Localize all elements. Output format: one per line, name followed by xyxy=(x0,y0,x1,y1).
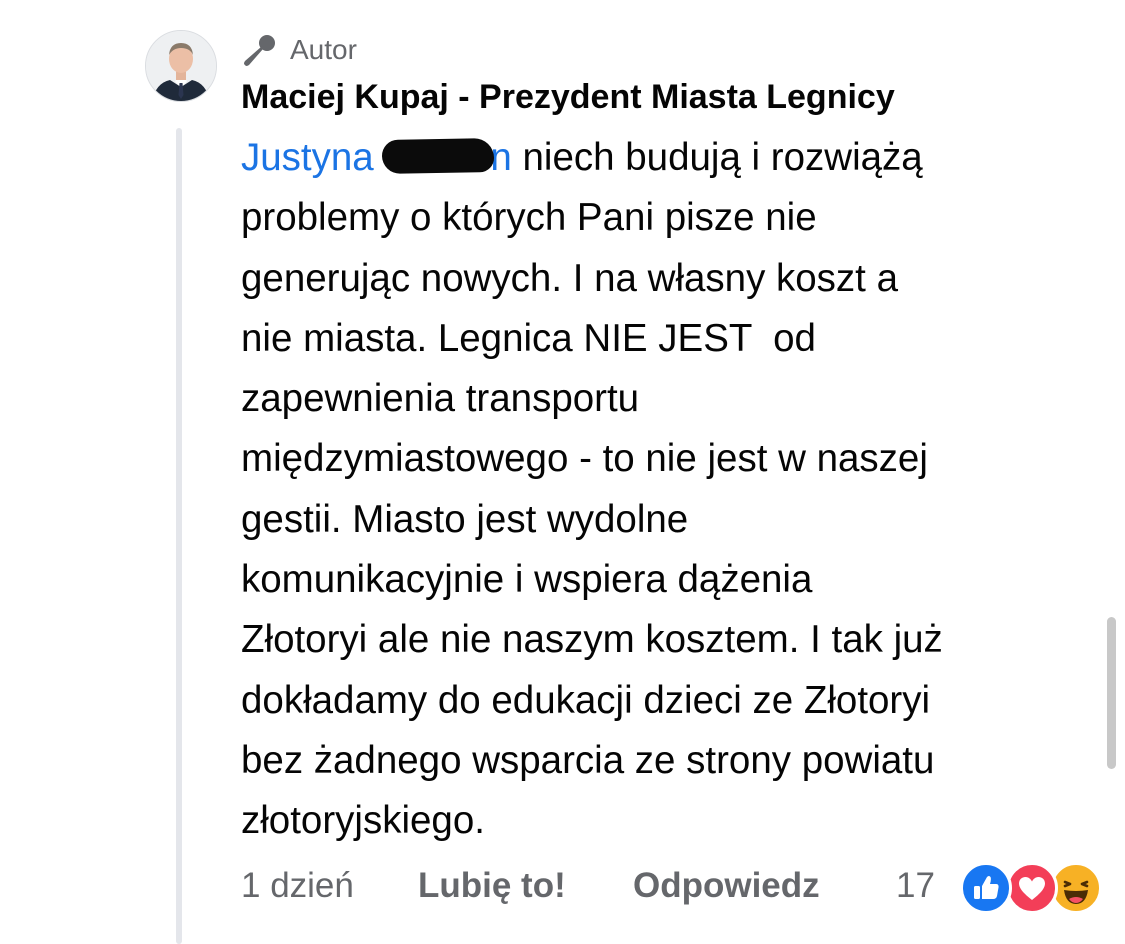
comment-author-name[interactable]: Maciej Kupaj - Prezydent Miasta Legnicy xyxy=(241,78,895,117)
comment-line-text: niech budują i rozwiążą xyxy=(522,136,923,179)
comment-line: nie miasta. Legnica NIE JEST od xyxy=(241,316,816,360)
thread-line xyxy=(176,128,182,944)
comment-line: zapewnienia transportu xyxy=(241,377,640,421)
author-badge-label: Autor xyxy=(290,34,357,65)
avatar[interactable] xyxy=(145,30,217,102)
redaction-mark xyxy=(382,138,495,174)
person-icon xyxy=(146,31,216,101)
comment-line: dokładamy do edukacji dzieci ze Złotoryi xyxy=(241,678,931,722)
comment-line: generując nowych. I na własny koszt a xyxy=(241,256,898,300)
comment-line: bez żadnego wsparcia ze strony powiatu xyxy=(241,738,935,782)
comment-line: Złotoryi ale nie naszym kosztem. I tak j… xyxy=(241,618,943,662)
scrollbar[interactable] xyxy=(1107,617,1116,769)
comment-text: Justyna n niech budują i rozwiążą proble… xyxy=(241,128,1121,852)
comment-timestamp[interactable]: 1 dzień xyxy=(241,866,354,906)
comment-footer: 1 dzień Lubię to! Odpowiedz 17 xyxy=(0,858,1125,918)
reply-button[interactable]: Odpowiedz xyxy=(633,866,820,906)
comment-line: międzymiastowego - to nie jest w naszej xyxy=(241,437,928,481)
comment-line: złotoryjskiego. xyxy=(241,799,485,843)
like-button[interactable]: Lubię to! xyxy=(418,866,566,906)
reactions-summary[interactable] xyxy=(956,858,1106,914)
comment-line: Justyna n niech budują i rozwiążą xyxy=(241,128,1121,188)
comment-line: gestii. Miasto jest wydolne xyxy=(241,497,689,541)
reaction-count[interactable]: 17 xyxy=(896,866,935,906)
microphone-icon xyxy=(244,35,275,66)
author-badge: Autor xyxy=(240,28,357,72)
comment-line: komunikacyjnie i wspiera dążenia xyxy=(241,558,813,602)
mention-first-name: Justyna xyxy=(241,136,374,179)
love-icon xyxy=(1006,862,1058,914)
comment-line: problemy o których Pani pisze nie xyxy=(241,196,817,240)
like-icon xyxy=(960,862,1012,914)
mention-link[interactable]: Justyna n xyxy=(241,136,512,179)
